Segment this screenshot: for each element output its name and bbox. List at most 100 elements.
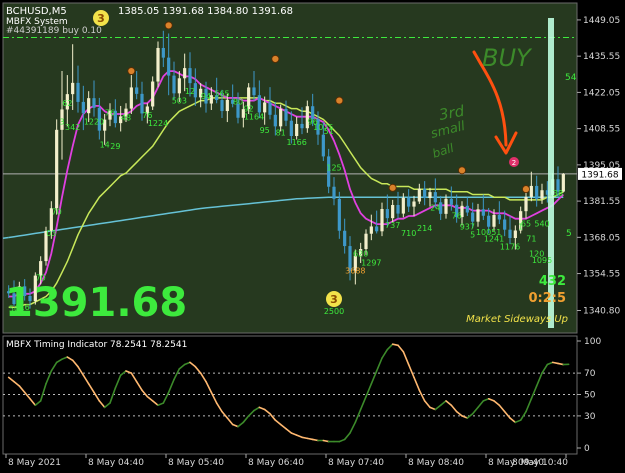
signal-number-label: 62 xyxy=(62,99,72,108)
big-price-readout: 1391.68 xyxy=(5,280,187,326)
signal-number-label: 95 xyxy=(260,126,270,135)
signal-number-label: 1164 xyxy=(244,112,264,121)
candle-body xyxy=(535,186,538,199)
signal-number-label: 94 xyxy=(201,92,211,101)
signal-number-label: 38 xyxy=(553,189,563,198)
candle-body xyxy=(444,199,447,214)
signal-number-label: 12 xyxy=(185,87,195,96)
candle-body xyxy=(386,209,389,218)
buy-annotation: BUY xyxy=(482,44,533,72)
candle-body xyxy=(135,87,138,93)
candle-body xyxy=(434,192,437,202)
timing-line-segment xyxy=(313,439,318,440)
candle-body xyxy=(71,83,74,94)
order-label: #44391189 buy 0.10 xyxy=(6,26,102,36)
cyan-ma-lead xyxy=(3,237,9,238)
candle-body xyxy=(258,95,261,112)
signal-number-label: 71 xyxy=(526,235,536,244)
signal-number-label: 76 xyxy=(452,212,462,221)
signal-number-label: 1224 xyxy=(148,119,168,128)
svg-text:3: 3 xyxy=(97,12,105,25)
candle-body xyxy=(492,215,495,227)
orange-dot-marker xyxy=(523,186,530,193)
signal-number-label: 3688 xyxy=(345,267,365,276)
signal-number-label: 1220 xyxy=(84,118,104,127)
orange-dot-marker xyxy=(336,97,343,104)
candle-body xyxy=(476,209,479,221)
timing-line-segment xyxy=(323,441,328,442)
candle-body xyxy=(220,100,223,111)
current-price-tag: 1391.68 xyxy=(581,170,618,180)
candle-body xyxy=(423,189,426,198)
candle-body xyxy=(482,209,485,215)
signal-number-label: 76 xyxy=(105,108,115,117)
signal-number-label: 1166 xyxy=(286,138,306,147)
timing-line-segment xyxy=(393,344,398,345)
candle-body xyxy=(279,109,282,126)
price-tick-label: 1422.05 xyxy=(583,88,620,98)
signal-number-label: 29 xyxy=(110,142,120,151)
price-tick-label: 1449.05 xyxy=(583,16,620,26)
timing-title: MBFX Timing Indicator 78.2541 78.2541 xyxy=(6,340,187,350)
signal-number-label: 03 xyxy=(46,229,56,238)
time-tick-label: 8 May 07:40 xyxy=(328,458,384,468)
candle-body xyxy=(162,48,165,58)
candle-body xyxy=(322,135,325,157)
candle-body xyxy=(466,206,469,213)
price-tick-label: 1354.55 xyxy=(583,270,620,280)
orange-dot-marker xyxy=(389,184,396,191)
signal-number-label: 503 xyxy=(172,96,187,105)
candle-body xyxy=(263,102,266,112)
candle-body xyxy=(130,87,133,108)
signal-number-label: 565 xyxy=(214,90,229,99)
candle-body xyxy=(87,98,90,113)
right-fragment-2: 5 xyxy=(566,229,572,239)
candle-body xyxy=(524,197,527,211)
candle-body xyxy=(274,115,277,127)
candle-body xyxy=(530,186,533,197)
svg-text:2: 2 xyxy=(512,159,516,167)
candle-body xyxy=(76,83,79,102)
candle-body xyxy=(508,230,511,238)
signal-number-label: 70 xyxy=(52,208,62,217)
ohlc-values: 1385.05 1391.68 1384.80 1391.68 xyxy=(118,6,293,17)
signal-number-label: 48 xyxy=(121,114,131,123)
candle-body xyxy=(540,190,543,199)
candle-body xyxy=(428,192,431,198)
candle-body xyxy=(498,215,501,220)
timing-tick-label: 100 xyxy=(584,337,601,347)
time-tick-label: 8 May 2021 xyxy=(8,458,61,468)
candle-body xyxy=(332,187,335,199)
candle-body xyxy=(178,78,181,93)
signal-number-label: 1176 xyxy=(500,243,520,252)
orange-dot-marker xyxy=(128,68,135,75)
candle-body xyxy=(183,68,186,78)
candle-body xyxy=(370,226,373,233)
signal-number-label: 125 xyxy=(326,163,341,172)
price-tick-label: 1408.55 xyxy=(583,125,620,135)
trading-chart-window: 5081670037036234212201429764876122450312… xyxy=(0,0,625,469)
candle-body xyxy=(226,100,229,111)
candle-body xyxy=(503,219,506,229)
candle-body xyxy=(284,109,287,121)
signal-number-label: 214 xyxy=(417,224,432,233)
signal-number-label: 540 xyxy=(534,220,549,229)
timing-tick-label: 30 xyxy=(584,412,596,422)
candle-body xyxy=(514,230,517,238)
signal-number-label: 1095 xyxy=(532,256,552,265)
candle-body xyxy=(82,102,85,113)
signal-number-label: 737 xyxy=(385,221,400,230)
price-tick-label: 1381.55 xyxy=(583,197,620,207)
candle-body xyxy=(156,48,159,82)
candle-body xyxy=(343,231,346,246)
candle-body xyxy=(151,82,154,107)
candle-body xyxy=(364,234,367,249)
signal-number-label: 24 xyxy=(430,204,440,213)
candle-body xyxy=(418,189,421,202)
timing-line-segment xyxy=(307,438,312,439)
candle-body xyxy=(268,102,271,114)
counter-green: 432 xyxy=(539,274,566,289)
svg-text:3: 3 xyxy=(330,293,338,306)
candle-body xyxy=(167,58,170,76)
candle-body xyxy=(300,124,303,128)
